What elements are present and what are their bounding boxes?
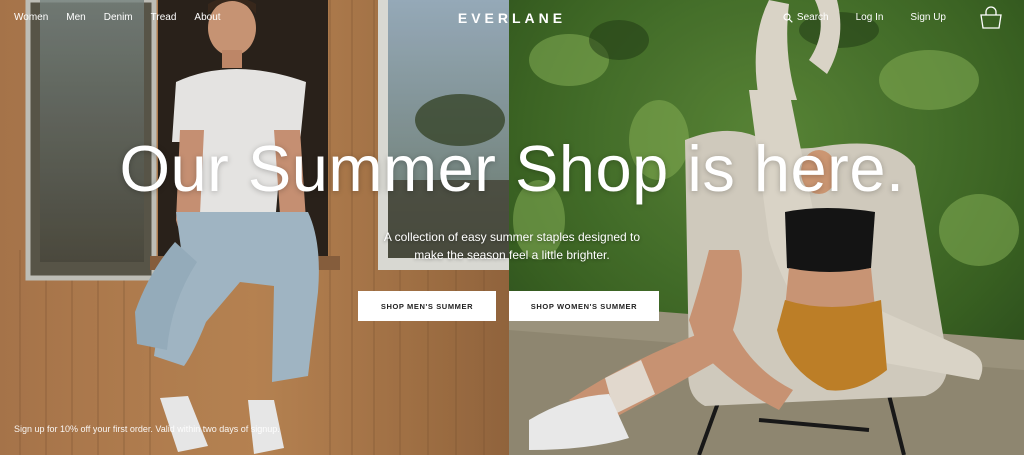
nav-link-men[interactable]: Men bbox=[66, 12, 85, 23]
hero-subtitle: A collection of easy summer staples desi… bbox=[0, 228, 1024, 264]
hero-subtitle-line1: A collection of easy summer staples desi… bbox=[383, 230, 641, 244]
signup-link[interactable]: Sign Up bbox=[910, 12, 946, 23]
nav-link-denim[interactable]: Denim bbox=[104, 12, 133, 23]
shop-mens-summer-button[interactable]: SHOP MEN'S SUMMER bbox=[358, 291, 496, 321]
nav-link-tread[interactable]: Tread bbox=[151, 12, 177, 23]
hero-headline: Our Summer Shop is here. bbox=[119, 132, 905, 205]
brand-logo[interactable]: EVERLANE bbox=[458, 10, 566, 26]
nav-link-women[interactable]: Women bbox=[14, 12, 48, 23]
hero-cta-group: SHOP MEN'S SUMMER SHOP WOMEN'S SUMMER bbox=[358, 291, 659, 321]
nav-link-about[interactable]: About bbox=[194, 12, 220, 23]
top-navigation: Women Men Denim Tread About EVERLANE Sea… bbox=[0, 0, 1024, 36]
login-link[interactable]: Log In bbox=[856, 12, 884, 23]
utility-nav: Search Log In Sign Up bbox=[783, 12, 946, 23]
signup-promo-text[interactable]: Sign up for 10% off your first order. Va… bbox=[14, 424, 280, 434]
cart-button[interactable] bbox=[978, 6, 1004, 30]
search-button[interactable]: Search bbox=[783, 12, 829, 23]
hero-subtitle-line2: make the season feel a little brighter. bbox=[414, 248, 610, 262]
shop-womens-summer-button[interactable]: SHOP WOMEN'S SUMMER bbox=[509, 291, 659, 321]
search-icon bbox=[783, 12, 793, 23]
search-label: Search bbox=[796, 12, 829, 23]
primary-nav-links: Women Men Denim Tread About bbox=[14, 12, 221, 23]
shopping-bag-icon bbox=[980, 6, 1002, 29]
